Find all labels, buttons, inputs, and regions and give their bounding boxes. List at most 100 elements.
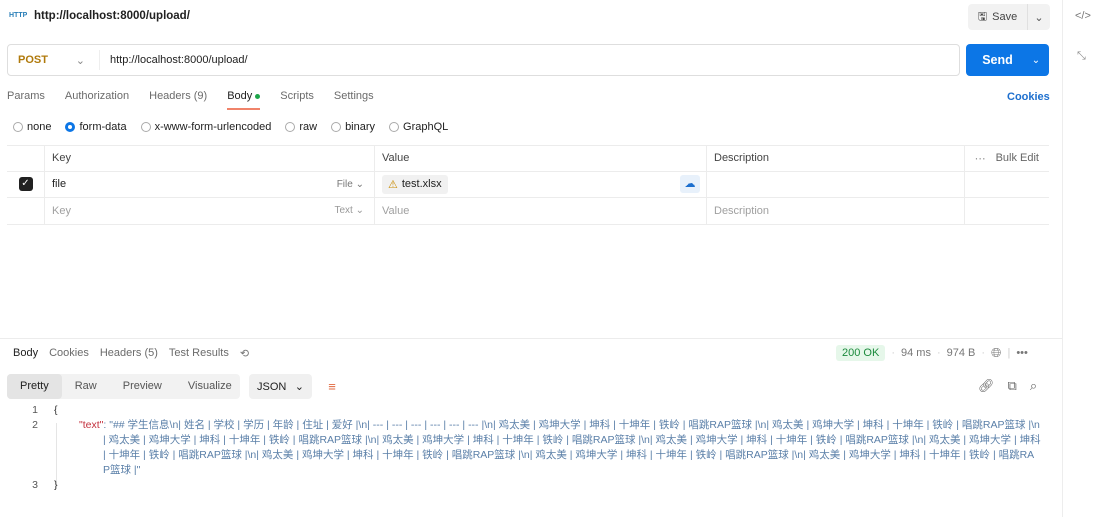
row-actions-cell xyxy=(965,172,1049,198)
response-size[interactable]: 974 B xyxy=(947,347,976,359)
tab-headers[interactable]: Headers (9) xyxy=(149,90,207,110)
key-input[interactable]: file xyxy=(52,178,66,190)
tab-test-results[interactable]: Test Results xyxy=(169,347,229,360)
chevron-down-icon: ⌄ xyxy=(75,54,85,67)
tab-body[interactable]: Body xyxy=(227,90,261,110)
line-number: 3 xyxy=(32,479,38,491)
send-button-group: Send ⌄ xyxy=(966,44,1049,76)
radio-none[interactable]: none xyxy=(13,121,51,133)
json-value: : "## 学生信息\n| 姓名 | 学校 | 学历 | 年龄 | 住址 | 爱… xyxy=(103,419,1041,476)
request-tabs: Params Authorization Headers (9) Body Sc… xyxy=(7,90,394,110)
check-cell: ✓ xyxy=(7,171,45,197)
history-icon[interactable]: ⟲ xyxy=(240,347,249,360)
save-dropdown-chevron-icon[interactable]: ⌄ xyxy=(1028,11,1050,24)
separator: | xyxy=(1007,347,1011,359)
table-row: ✓ file File ⌄ ⚠ test.xlsx ☁ xyxy=(7,171,1049,198)
key-cell: file File ⌄ xyxy=(45,171,375,197)
radio-binary[interactable]: binary xyxy=(331,121,375,133)
save-label: Save xyxy=(992,11,1018,23)
response-time[interactable]: 94 ms xyxy=(901,347,931,359)
tab-authorization[interactable]: Authorization xyxy=(65,90,129,110)
tab-scripts[interactable]: Scripts xyxy=(280,90,314,110)
type-select[interactable]: File ⌄ xyxy=(337,179,364,190)
separator: · xyxy=(936,347,941,359)
tab-settings[interactable]: Settings xyxy=(334,90,374,110)
tab-response-body[interactable]: Body xyxy=(13,347,38,360)
save-button-group: 🖫 Save ⌄ xyxy=(968,4,1050,30)
status-badge[interactable]: 200 OK xyxy=(836,345,886,361)
line-number: 2 xyxy=(32,419,38,431)
response-tabs: Body Cookies Headers (5) Test Results ⟲ xyxy=(13,347,260,360)
method-label: POST xyxy=(18,54,48,66)
radio-circle-icon xyxy=(285,122,296,132)
radio-form-data[interactable]: form-data xyxy=(65,121,127,133)
cloud-upload-icon[interactable]: ☁ xyxy=(680,175,700,194)
http-logo-icon: HTTP xyxy=(9,12,28,19)
cookies-link[interactable]: Cookies xyxy=(1007,91,1050,103)
radio-label: none xyxy=(27,121,52,133)
save-button[interactable]: 🖫 Save xyxy=(968,4,1028,30)
related-icon[interactable]: ⤡ xyxy=(1077,50,1086,63)
request-title: http://localhost:8000/upload/ xyxy=(34,10,190,22)
code-icon[interactable]: </> xyxy=(1075,10,1091,22)
link-icon[interactable]: 🔗︎ xyxy=(978,378,995,394)
radio-circle-icon xyxy=(140,122,151,132)
view-preview[interactable]: Preview xyxy=(110,374,175,399)
radio-circle-icon xyxy=(389,122,400,132)
pane-divider[interactable] xyxy=(0,338,1062,339)
json-key: "text" xyxy=(79,419,104,431)
table-row-empty: Key Text ⌄ Value Description xyxy=(7,198,1049,225)
header-check-cell xyxy=(7,146,45,171)
radio-raw[interactable]: raw xyxy=(285,121,317,133)
separator: · xyxy=(891,347,895,359)
header-value: Value xyxy=(375,146,707,171)
line-number: 1 xyxy=(32,404,38,416)
tab-response-headers[interactable]: Headers (5) xyxy=(100,347,158,360)
more-options-icon[interactable]: ••• xyxy=(1016,347,1028,359)
tab-body-label: Body xyxy=(227,90,253,102)
send-dropdown-chevron-icon[interactable]: ⌄ xyxy=(1023,55,1049,66)
url-bar: POST ⌄ http://localhost:8000/upload/ xyxy=(7,44,960,76)
description-placeholder[interactable]: Description xyxy=(707,198,965,224)
bulk-edit-button[interactable]: Bulk Edit xyxy=(996,152,1039,164)
copy-icon[interactable]: ⧉ xyxy=(1008,378,1017,394)
warning-icon: ⚠ xyxy=(388,178,398,191)
radio-graphql[interactable]: GraphQL xyxy=(389,121,448,133)
globe-icon[interactable]: 🌐︎ xyxy=(991,345,1001,361)
table-header: Key Value Description ⋯ Bulk Edit xyxy=(7,145,1049,172)
type-select[interactable]: Text ⌄ xyxy=(334,205,364,216)
close-brace: } xyxy=(54,479,58,491)
value-placeholder[interactable]: Value xyxy=(375,198,707,224)
header-description: Description xyxy=(707,146,965,171)
type-label: File xyxy=(336,178,353,190)
row-checkbox[interactable]: ✓ xyxy=(18,177,33,192)
url-input[interactable]: http://localhost:8000/upload/ xyxy=(100,54,248,66)
more-icon[interactable]: ⋯ xyxy=(975,152,986,165)
description-input[interactable] xyxy=(707,171,965,197)
right-sidebar: </> ⤡ xyxy=(1062,0,1098,517)
view-visualize[interactable]: Visualize xyxy=(175,374,245,399)
method-select[interactable]: POST ⌄ xyxy=(8,50,100,70)
file-chip[interactable]: ⚠ test.xlsx xyxy=(382,174,448,194)
search-icon[interactable]: ⌕ xyxy=(1030,378,1037,394)
body-indicator-dot xyxy=(255,93,261,99)
view-raw[interactable]: Raw xyxy=(62,374,110,399)
value-cell: ⚠ test.xlsx ☁ xyxy=(375,171,707,197)
view-pretty[interactable]: Pretty xyxy=(7,374,62,399)
radio-label: raw xyxy=(299,121,318,133)
send-button[interactable]: Send xyxy=(966,53,1023,67)
radio-label: x-www-form-urlencoded xyxy=(154,121,272,133)
radio-urlencoded[interactable]: x-www-form-urlencoded xyxy=(140,121,272,133)
tab-response-cookies[interactable]: Cookies xyxy=(49,347,89,360)
format-select[interactable]: JSON ⌄ xyxy=(249,374,312,399)
chevron-down-icon: ⌄ xyxy=(355,205,364,217)
save-icon: 🖫 xyxy=(977,10,988,23)
format-label: JSON xyxy=(257,380,287,393)
tab-params[interactable]: Params xyxy=(7,90,45,110)
type-label: Text xyxy=(334,205,353,217)
key-placeholder[interactable]: Key xyxy=(52,205,71,217)
chevron-down-icon: ⌄ xyxy=(294,381,304,393)
chevron-down-icon: ⌄ xyxy=(355,178,364,190)
filter-icon[interactable]: ≡ xyxy=(321,376,343,397)
row-actions-cell xyxy=(965,198,1049,224)
